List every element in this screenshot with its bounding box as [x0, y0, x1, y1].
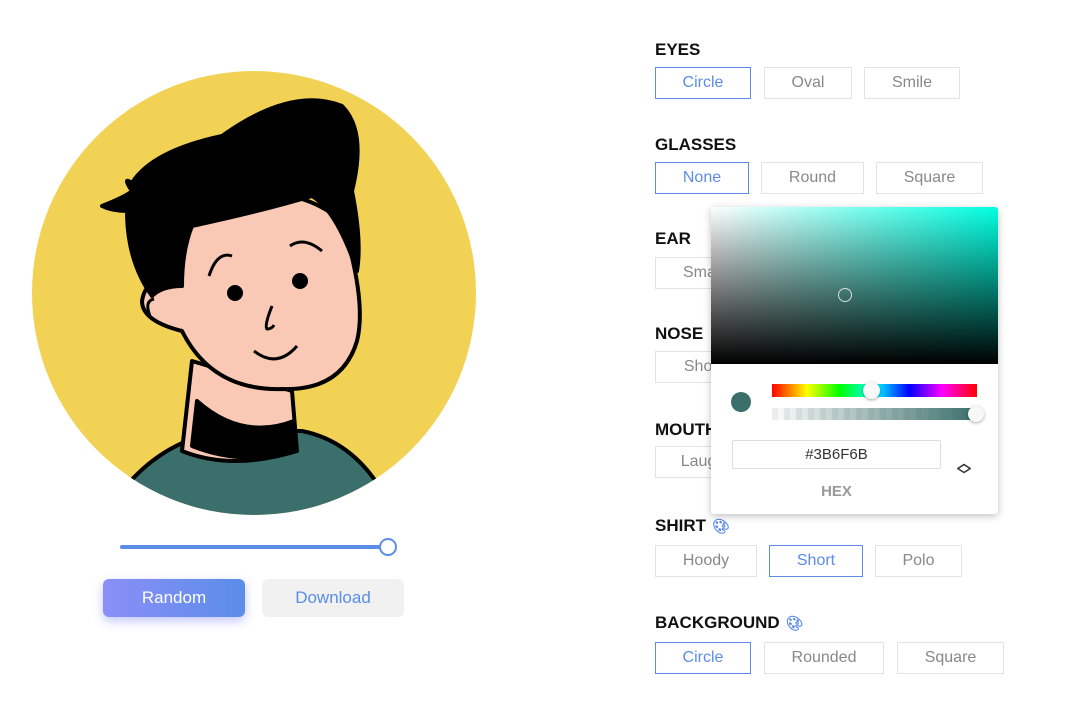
eyes-option-circle[interactable]: Circle [655, 67, 751, 99]
download-button[interactable]: Download [262, 579, 404, 617]
random-button[interactable]: Random [103, 579, 245, 617]
saturation-value-area[interactable] [711, 207, 998, 364]
avatar-preview [32, 71, 476, 515]
section-title-mouth: MOUTH [655, 420, 718, 439]
alpha-slider[interactable] [772, 406, 984, 422]
hue-slider[interactable] [772, 382, 977, 399]
background-option-circle[interactable]: Circle [655, 642, 751, 674]
shirt-title-text: SHIRT [655, 516, 706, 535]
color-picker-popup: HEX ︿﹀ [711, 207, 998, 514]
eyes-option-oval[interactable]: Oval [764, 67, 852, 99]
background-title-text: BACKGROUND [655, 613, 780, 632]
glasses-option-round[interactable]: Round [761, 162, 864, 194]
color-cursor[interactable] [838, 288, 852, 302]
shirt-option-polo[interactable]: Polo [875, 545, 962, 577]
mode-toggle-arrows-icon[interactable]: ︿ ﹀ [957, 456, 971, 482]
background-option-rounded[interactable]: Rounded [764, 642, 884, 674]
section-title-eyes: EYES [655, 40, 701, 59]
hue-handle[interactable] [863, 382, 880, 399]
section-title-shirt: SHIRT 🎨︎ [655, 516, 730, 536]
shirt-option-short[interactable]: Short [769, 545, 863, 577]
palette-icon[interactable]: 🎨︎ [712, 518, 730, 535]
section-title-ear: EAR [655, 229, 691, 248]
shirt-option-hoody[interactable]: Hoody [655, 545, 757, 577]
palette-icon[interactable]: 🎨︎ [786, 615, 804, 632]
section-title-background: BACKGROUND 🎨︎ [655, 613, 803, 633]
eyes-option-smile[interactable]: Smile [864, 67, 960, 99]
hex-mode-label: HEX [821, 483, 852, 500]
size-slider[interactable] [120, 538, 397, 556]
glasses-option-none[interactable]: None [655, 162, 749, 194]
alpha-handle[interactable] [968, 406, 984, 422]
color-swatch [731, 392, 751, 412]
section-title-glasses: GLASSES [655, 135, 737, 154]
background-option-square[interactable]: Square [897, 642, 1004, 674]
glasses-option-square[interactable]: Square [876, 162, 983, 194]
section-title-nose: NOSE [655, 324, 704, 343]
slider-handle[interactable] [379, 538, 397, 556]
hex-input[interactable] [732, 440, 941, 469]
